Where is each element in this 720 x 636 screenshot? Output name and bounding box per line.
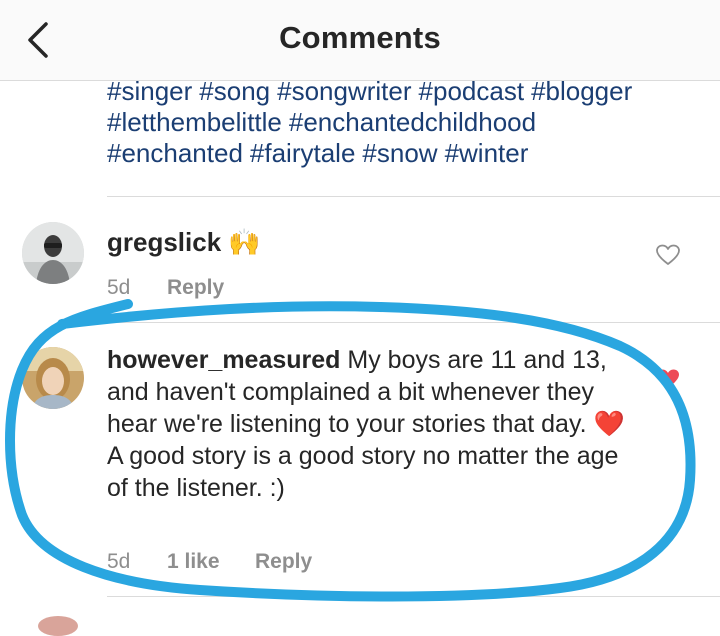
hashtag-line: #letthembelittle #enchantedchildhood bbox=[107, 107, 707, 138]
hashtag-link[interactable]: #snow bbox=[362, 138, 437, 168]
heart-icon[interactable] bbox=[655, 244, 681, 266]
comment-body: however_measured My boys are 11 and 13, … bbox=[107, 344, 627, 504]
comment-meta: 5d Reply bbox=[107, 276, 267, 302]
avatar-photo bbox=[22, 347, 84, 409]
hashtag-line: #singer #song #songwriter #podcast #blogger bbox=[107, 76, 707, 107]
hashtag-link[interactable]: #letthembelittle bbox=[107, 107, 282, 137]
hashtag-link[interactable]: #enchantedchildhood bbox=[289, 107, 536, 137]
next-comment-peek bbox=[38, 616, 78, 636]
reply-button[interactable]: Reply bbox=[167, 276, 224, 300]
comment-meta: 5d 1 like Reply bbox=[107, 550, 367, 576]
comment-body: gregslick 🙌 bbox=[107, 226, 261, 259]
avatar-photo bbox=[22, 222, 84, 284]
comment-time: 5d bbox=[107, 550, 131, 573]
hashtag-link[interactable]: #song bbox=[199, 76, 270, 106]
avatar[interactable] bbox=[22, 222, 84, 284]
hashtag-link[interactable]: #blogger bbox=[531, 76, 632, 106]
hashtag-line: #enchanted #fairytale #snow #winter bbox=[107, 138, 707, 169]
comment-text: 🙌 bbox=[228, 228, 261, 258]
avatar[interactable] bbox=[22, 347, 84, 409]
hashtag-link[interactable]: #songwriter bbox=[277, 76, 411, 106]
hashtag-link[interactable]: #podcast bbox=[419, 76, 525, 106]
caption-hashtags: #singer #song #songwriter #podcast #blogger … bbox=[107, 76, 707, 169]
divider bbox=[107, 596, 720, 597]
divider bbox=[107, 196, 720, 197]
divider bbox=[107, 322, 720, 323]
hashtag-link[interactable]: #enchanted bbox=[107, 138, 243, 168]
likes-count-link[interactable]: 1 like bbox=[167, 550, 220, 574]
reply-button[interactable]: Reply bbox=[255, 550, 312, 574]
hashtag-link[interactable]: #fairytale bbox=[250, 138, 356, 168]
comment-username[interactable]: however_measured bbox=[107, 346, 340, 374]
hashtag-link[interactable]: #winter bbox=[445, 138, 529, 168]
page-title: Comments bbox=[279, 20, 441, 55]
header-bar: Comments bbox=[0, 0, 720, 81]
hashtag-link[interactable]: #singer bbox=[107, 76, 192, 106]
comment-time: 5d bbox=[107, 276, 131, 299]
comment-username[interactable]: gregslick bbox=[107, 227, 221, 257]
heart-icon[interactable] bbox=[655, 368, 681, 390]
